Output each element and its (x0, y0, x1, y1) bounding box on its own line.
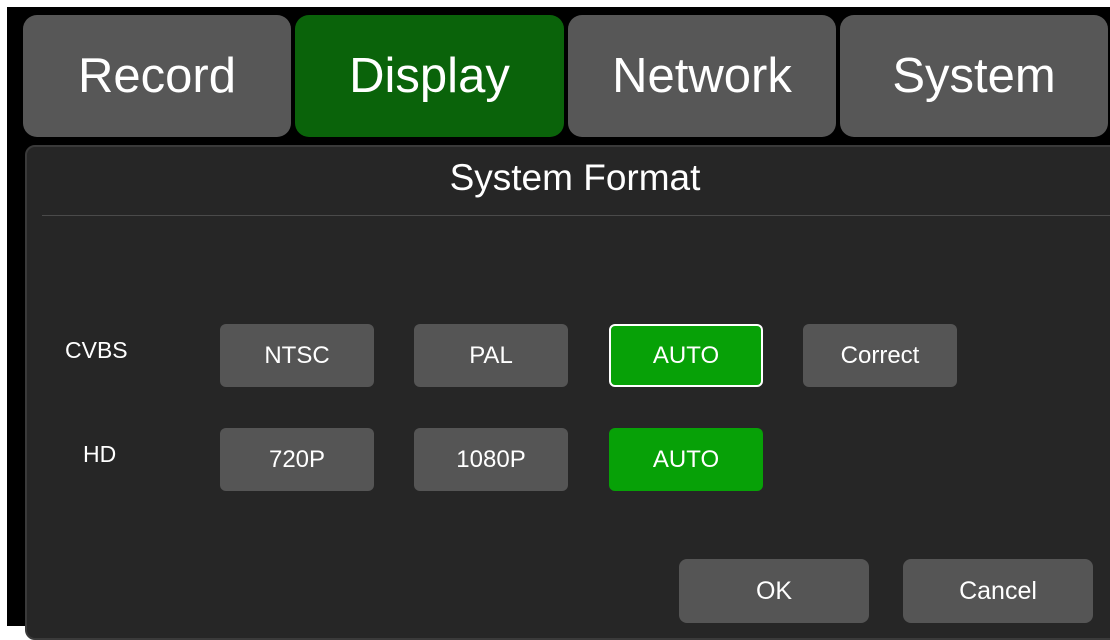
tab-display[interactable]: Display (295, 15, 564, 137)
system-format-panel: System Format CVBS NTSC PAL AUTO Correct… (25, 145, 1110, 640)
tab-network-label: Network (612, 49, 792, 103)
hd-720p-label: 720P (268, 445, 326, 473)
hd-1080p-button[interactable]: 1080P (414, 428, 568, 491)
cvbs-correct-label: Correct (840, 341, 920, 369)
hd-auto-label: AUTO (652, 445, 720, 473)
hd-label: HD (83, 441, 117, 467)
cvbs-auto-label: AUTO (652, 341, 720, 369)
ok-button[interactable]: OK (679, 559, 869, 623)
tab-record-label: Record (78, 49, 236, 103)
cvbs-pal-button[interactable]: PAL (414, 324, 568, 387)
cancel-button[interactable]: Cancel (903, 559, 1093, 623)
cvbs-auto-button[interactable]: AUTO (609, 324, 763, 387)
cancel-label: Cancel (959, 576, 1037, 605)
ok-label: OK (755, 576, 793, 605)
cvbs-pal-label: PAL (469, 341, 513, 369)
cvbs-ntsc-button[interactable]: NTSC (220, 324, 374, 387)
title-divider (42, 215, 1110, 216)
hd-1080p-label: 1080P (456, 445, 526, 473)
screen: Record Display Network System System For… (7, 7, 1110, 640)
cvbs-label: CVBS (65, 337, 128, 363)
tab-system-label: System (892, 49, 1056, 103)
panel-title: System Format (449, 157, 701, 198)
tab-network[interactable]: Network (568, 15, 836, 137)
tab-display-label: Display (349, 49, 510, 103)
cvbs-ntsc-label: NTSC (264, 341, 330, 369)
tab-system[interactable]: System (840, 15, 1108, 137)
tab-record[interactable]: Record (23, 15, 291, 137)
cvbs-correct-button[interactable]: Correct (803, 324, 957, 387)
hd-720p-button[interactable]: 720P (220, 428, 374, 491)
hd-auto-button[interactable]: AUTO (609, 428, 763, 491)
